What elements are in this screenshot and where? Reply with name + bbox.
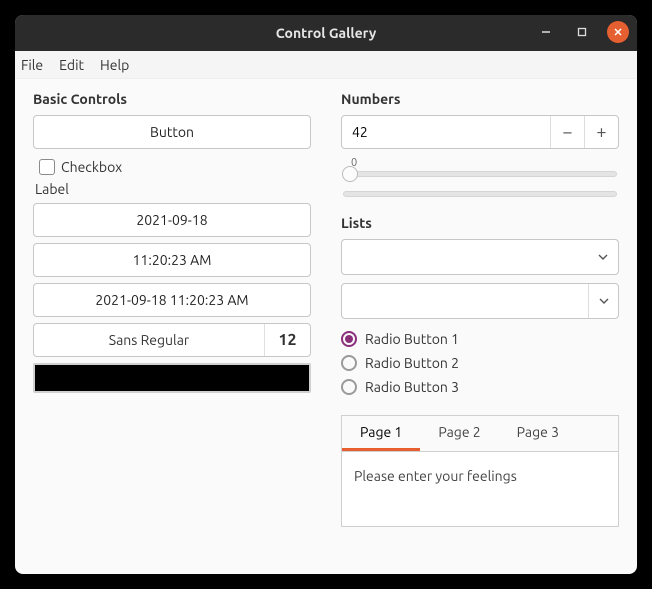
checkbox-control[interactable]: Checkbox	[39, 159, 311, 175]
button-label: Button	[150, 124, 194, 140]
spinbox-input[interactable]	[342, 116, 550, 148]
slider-tick-label: 0	[351, 157, 617, 169]
date-value: 2021-09-18	[136, 212, 207, 228]
menubar: File Edit Help	[15, 51, 637, 79]
basic-controls-panel: Basic Controls Button Checkbox Label 202…	[33, 85, 311, 562]
time-value: 11:20:23 AM	[133, 252, 212, 268]
chevron-down-icon	[588, 251, 618, 263]
datetime-value: 2021-09-18 11:20:23 AM	[95, 292, 248, 308]
lists-title: Lists	[341, 215, 619, 231]
tab-page-2[interactable]: Page 2	[420, 416, 498, 451]
combobox-1[interactable]	[341, 239, 619, 275]
spinbox-decrement[interactable]: −	[550, 116, 584, 148]
tab-textarea-placeholder: Please enter your feelings	[354, 468, 517, 484]
radio-button-icon[interactable]	[341, 331, 357, 347]
menu-help[interactable]: Help	[100, 57, 129, 73]
right-panel: Numbers − + 0 Lists	[341, 85, 619, 562]
checkbox-label: Checkbox	[61, 159, 122, 175]
slider-track[interactable]	[343, 171, 617, 177]
radio-option-3[interactable]: Radio Button 3	[341, 379, 619, 395]
radio-option-2[interactable]: Radio Button 2	[341, 355, 619, 371]
color-picker[interactable]	[33, 363, 311, 393]
radio-label: Radio Button 1	[365, 331, 459, 347]
combobox-2[interactable]	[341, 283, 619, 319]
content-area: Basic Controls Button Checkbox Label 202…	[15, 79, 637, 574]
titlebar: Control Gallery	[15, 15, 637, 51]
radio-option-1[interactable]: Radio Button 1	[341, 331, 619, 347]
radio-button-icon[interactable]	[341, 379, 357, 395]
close-button[interactable]	[607, 21, 629, 43]
slider-thumb[interactable]	[342, 166, 358, 182]
tab-page-1[interactable]: Page 1	[342, 416, 420, 451]
menu-file[interactable]: File	[21, 57, 43, 73]
static-label: Label	[35, 181, 311, 197]
numbers-title: Numbers	[341, 91, 619, 107]
tab-content[interactable]: Please enter your feelings	[342, 451, 618, 526]
font-name: Sans Regular	[34, 332, 264, 348]
app-window: Control Gallery File Edit Help Basic Con…	[15, 15, 637, 574]
button-control[interactable]: Button	[33, 115, 311, 149]
radio-label: Radio Button 3	[365, 379, 459, 395]
spinbox-increment[interactable]: +	[584, 116, 618, 148]
window-controls	[535, 21, 629, 43]
minimize-button[interactable]	[535, 21, 557, 43]
font-size: 12	[264, 324, 310, 356]
checkbox-box[interactable]	[39, 159, 55, 175]
tab-strip: Page 1 Page 2 Page 3	[342, 416, 618, 451]
time-picker[interactable]: 11:20:23 AM	[33, 243, 311, 277]
progress-bar	[343, 191, 617, 197]
radio-label: Radio Button 2	[365, 355, 459, 371]
chevron-down-icon[interactable]	[588, 284, 618, 318]
date-picker[interactable]: 2021-09-18	[33, 203, 311, 237]
maximize-button[interactable]	[571, 21, 593, 43]
tab-page-3[interactable]: Page 3	[499, 416, 577, 451]
window-title: Control Gallery	[276, 25, 377, 41]
radio-button-icon[interactable]	[341, 355, 357, 371]
spinbox[interactable]: − +	[341, 115, 619, 149]
menu-edit[interactable]: Edit	[59, 57, 84, 73]
slider[interactable]: 0	[343, 157, 617, 177]
font-picker[interactable]: Sans Regular 12	[33, 323, 311, 357]
datetime-picker[interactable]: 2021-09-18 11:20:23 AM	[33, 283, 311, 317]
basic-controls-title: Basic Controls	[33, 91, 311, 107]
tabs: Page 1 Page 2 Page 3 Please enter your f…	[341, 415, 619, 527]
